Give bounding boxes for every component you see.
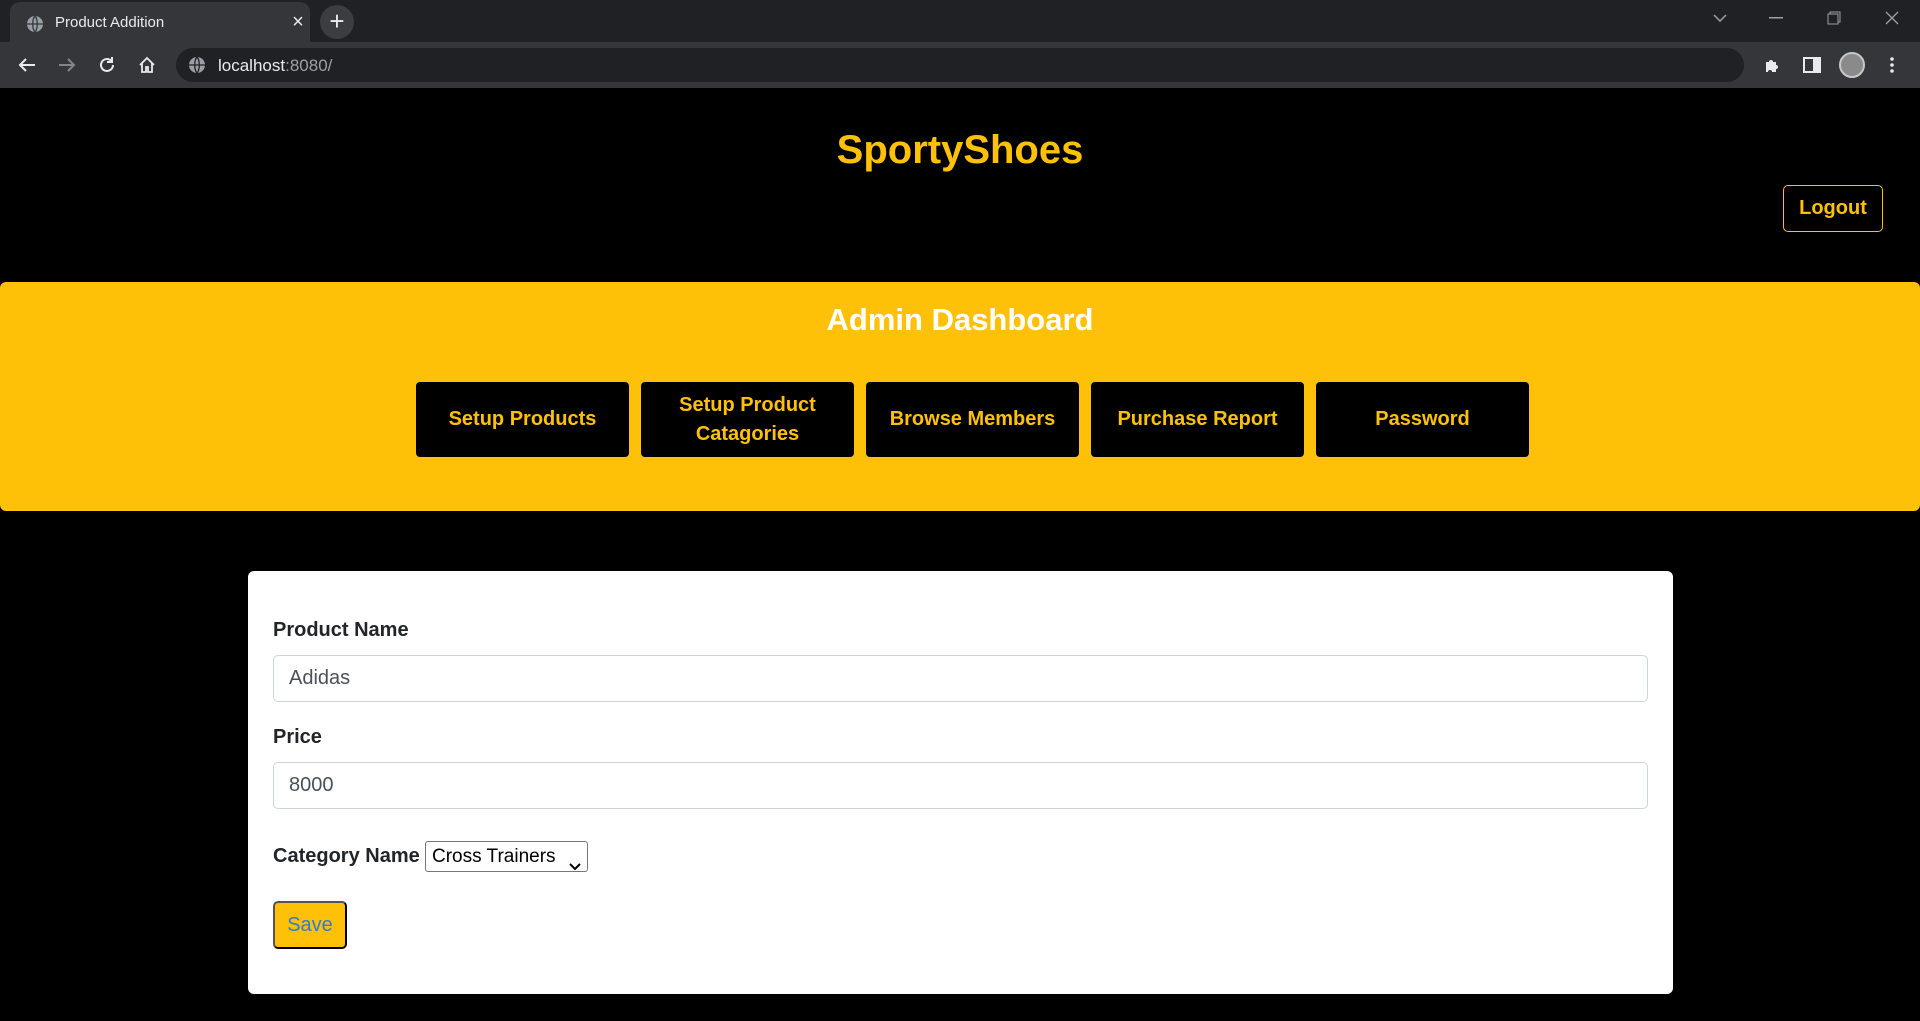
- price-input[interactable]: 8000: [273, 762, 1648, 809]
- browser-tabstrip: Product Addition × +: [0, 0, 1920, 42]
- password-button[interactable]: Password: [1316, 382, 1529, 457]
- back-icon[interactable]: [11, 49, 43, 81]
- product-form: Product Name Adidas Price 8000 Category …: [248, 571, 1673, 994]
- profile-avatar[interactable]: [1836, 49, 1868, 81]
- chevron-down-icon: [569, 851, 581, 880]
- brand-title: SportyShoes: [836, 128, 1084, 172]
- page: SportyShoes Logout Admin Dashboard Setup…: [0, 88, 1920, 1021]
- side-panel-icon[interactable]: [1796, 49, 1828, 81]
- reload-icon[interactable]: [91, 49, 123, 81]
- site-info-icon[interactable]: [188, 56, 206, 74]
- home-icon[interactable]: [131, 49, 163, 81]
- admin-dashboard: Admin Dashboard Setup Products Setup Pro…: [0, 282, 1920, 511]
- new-tab-button[interactable]: +: [320, 5, 354, 39]
- save-button[interactable]: Save: [273, 901, 347, 949]
- setup-product-categories-button[interactable]: Setup Product Catagories: [641, 382, 854, 457]
- avatar: [1839, 52, 1865, 78]
- tab-search-icon[interactable]: [1692, 0, 1748, 36]
- minimize-icon[interactable]: [1748, 0, 1804, 36]
- restore-icon[interactable]: [1806, 0, 1862, 36]
- product-name-input[interactable]: Adidas: [273, 655, 1648, 702]
- setup-products-button[interactable]: Setup Products: [416, 382, 629, 457]
- url-host: localhost: [218, 56, 286, 75]
- tab-close-icon[interactable]: ×: [287, 11, 309, 33]
- forward-icon[interactable]: [51, 49, 83, 81]
- close-window-icon[interactable]: [1864, 0, 1920, 36]
- category-selected-value: Cross Trainers: [432, 846, 556, 867]
- globe-icon: [26, 15, 44, 33]
- tab-title: Product Addition: [55, 14, 165, 31]
- browser-tab[interactable]: Product Addition ×: [10, 2, 310, 42]
- browser-toolbar: localhost:8080/: [0, 42, 1920, 88]
- dashboard-title: Admin Dashboard: [826, 302, 1094, 337]
- product-name-label: Product Name: [273, 619, 409, 641]
- url-text: localhost:8080/: [218, 56, 332, 76]
- menu-icon[interactable]: [1876, 49, 1908, 81]
- logout-button[interactable]: Logout: [1783, 185, 1883, 232]
- price-label: Price: [273, 726, 322, 748]
- extensions-icon[interactable]: [1756, 49, 1788, 81]
- category-select[interactable]: Cross Trainers: [425, 841, 588, 872]
- category-name-label: Category Name: [273, 845, 420, 867]
- url-port: :8080/: [285, 56, 333, 75]
- address-bar[interactable]: localhost:8080/: [176, 48, 1744, 82]
- purchase-report-button[interactable]: Purchase Report: [1091, 382, 1304, 457]
- browse-members-button[interactable]: Browse Members: [866, 382, 1079, 457]
